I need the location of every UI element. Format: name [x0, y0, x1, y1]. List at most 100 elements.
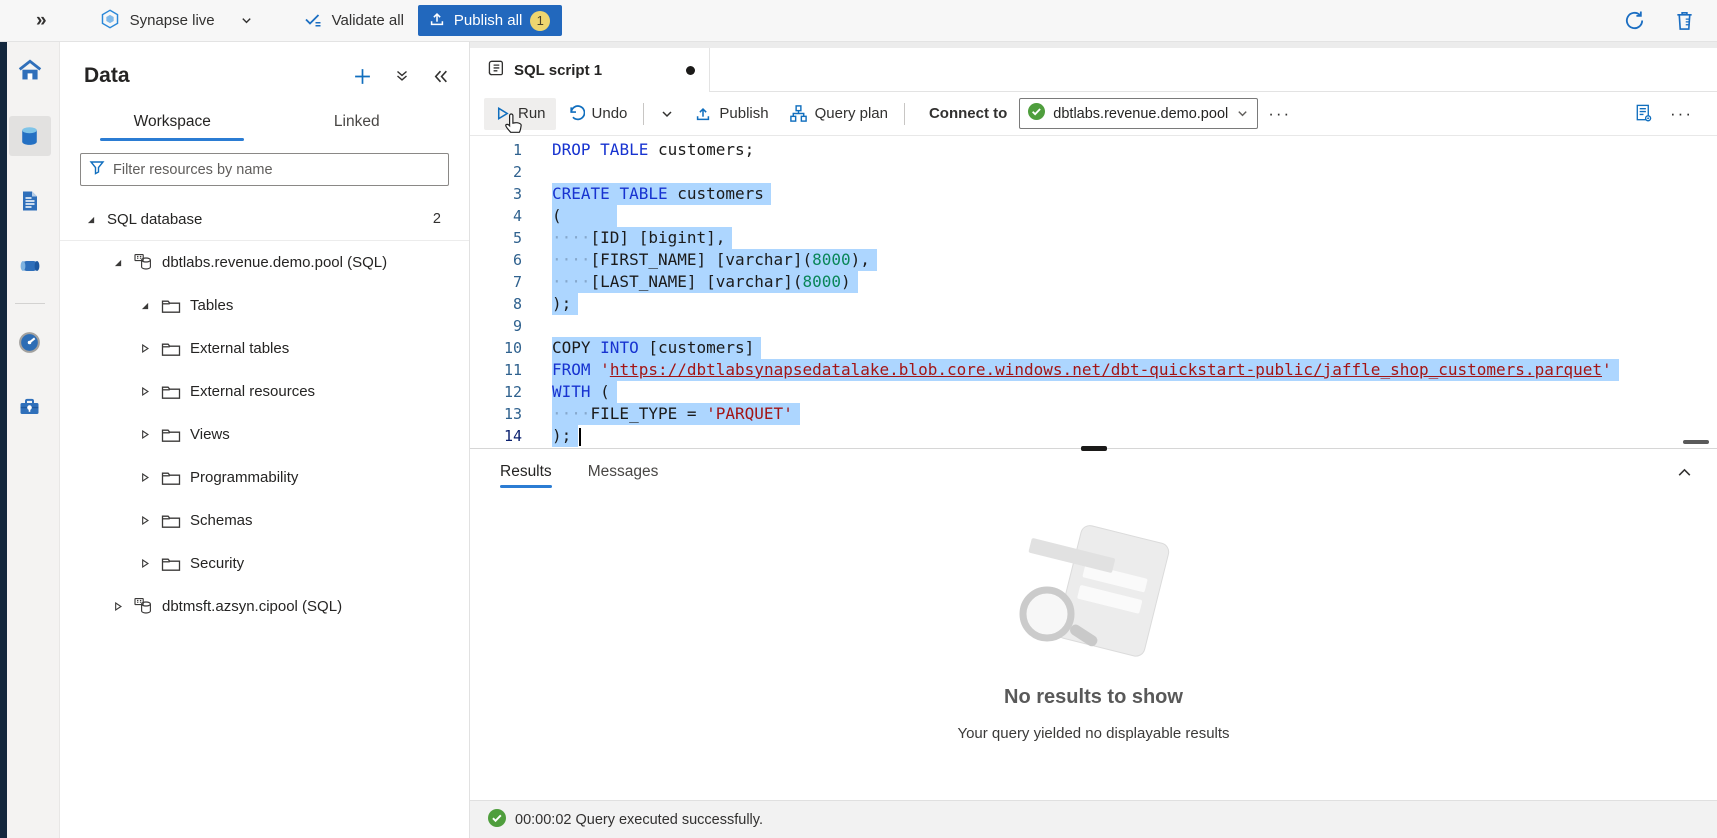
code-line-4[interactable]: 4( — [470, 205, 1717, 227]
code-line-content[interactable]: FROM 'https://dbtlabsynapsedatalake.blob… — [522, 359, 1619, 381]
run-button[interactable]: Run — [484, 98, 556, 130]
tree-expander-icon[interactable] — [138, 472, 151, 483]
code-line-content[interactable]: ····[FIRST_NAME] [varchar](8000), — [522, 249, 877, 271]
filter-resources-input[interactable] — [113, 162, 440, 178]
code-line-content[interactable] — [522, 315, 578, 337]
editor-scrollbar-thumb[interactable] — [1683, 440, 1709, 444]
publish-all-button[interactable]: Publish all 1 — [418, 5, 562, 36]
code-line-12[interactable]: 12WITH ( — [470, 381, 1717, 403]
tree-expander-icon[interactable] — [138, 343, 151, 354]
line-number[interactable]: 8 — [470, 293, 522, 315]
editor-more-button[interactable]: ··· — [1660, 104, 1703, 124]
expand-panel-icon[interactable]: » — [36, 10, 47, 32]
branch-selector[interactable]: Synapse live — [99, 8, 253, 34]
line-number[interactable]: 9 — [470, 315, 522, 337]
tree-expander-icon[interactable] — [138, 429, 151, 440]
code-line-content[interactable]: COPY INTO [customers] — [522, 337, 761, 359]
tab-linked[interactable]: Linked — [265, 104, 450, 141]
line-number[interactable]: 13 — [470, 403, 522, 425]
tree-expander-icon[interactable] — [138, 558, 151, 569]
code-line-6[interactable]: 6····[FIRST_NAME] [varchar](8000), — [470, 249, 1717, 271]
refresh-button[interactable] — [1623, 9, 1646, 32]
line-number[interactable]: 2 — [470, 161, 522, 183]
code-line-9[interactable]: 9 — [470, 315, 1717, 337]
tab-results[interactable]: Results — [500, 451, 552, 494]
collapse-panel-icon[interactable] — [432, 68, 449, 85]
line-number[interactable]: 4 — [470, 205, 522, 227]
properties-button[interactable] — [1633, 103, 1654, 124]
code-line-8[interactable]: 8); — [470, 293, 1717, 315]
code-line-1[interactable]: 1DROP TABLE customers; — [470, 139, 1717, 161]
tree-item-sql-database[interactable]: SQL database2 — [60, 198, 469, 241]
line-number[interactable]: 11 — [470, 359, 522, 381]
tree-expander-icon[interactable] — [84, 214, 97, 225]
tree-item-views[interactable]: Views — [60, 413, 469, 456]
query-plan-button[interactable]: Query plan — [779, 98, 898, 130]
code-line-content[interactable]: DROP TABLE customers; — [522, 139, 754, 161]
code-line-content[interactable]: WITH ( — [522, 381, 617, 403]
line-number[interactable]: 14 — [470, 425, 522, 447]
line-number[interactable]: 1 — [470, 139, 522, 161]
nav-integrate[interactable] — [9, 246, 51, 286]
code-line-content[interactable]: ····[ID] [bigint], — [522, 227, 732, 249]
chevron-down-icon[interactable] — [240, 14, 253, 27]
tree-expander-icon[interactable] — [111, 601, 124, 612]
line-number[interactable]: 7 — [470, 271, 522, 293]
tree-item-external-resources[interactable]: External resources — [60, 370, 469, 413]
code-line-content[interactable] — [522, 161, 552, 183]
add-resource-icon[interactable] — [353, 67, 372, 86]
line-number[interactable]: 12 — [470, 381, 522, 403]
tree-item-programmability[interactable]: Programmability — [60, 456, 469, 499]
code-line-content[interactable]: ( — [522, 205, 617, 227]
pool-dropdown[interactable]: dbtlabs.revenue.demo.pool — [1019, 98, 1258, 129]
toolbar-more-button[interactable]: ··· — [1258, 104, 1301, 124]
line-number[interactable]: 6 — [470, 249, 522, 271]
code-line-13[interactable]: 13····FILE_TYPE = 'PARQUET' — [470, 403, 1717, 425]
code-line-2[interactable]: 2 — [470, 161, 1717, 183]
nav-monitor[interactable] — [9, 322, 51, 362]
code-line-5[interactable]: 5····[ID] [bigint], — [470, 227, 1717, 249]
sql-editor[interactable]: 1DROP TABLE customers;23CREATE TABLE cus… — [470, 136, 1717, 448]
line-number[interactable]: 10 — [470, 337, 522, 359]
validate-all-button[interactable]: Validate all — [303, 9, 404, 33]
nav-home[interactable] — [9, 51, 51, 91]
nav-manage[interactable] — [9, 387, 51, 427]
tree-item-dbtlabs-revenue-demo-pool-sql[interactable]: dbtlabs.revenue.demo.pool (SQL) — [60, 241, 469, 284]
tree-item-external-tables[interactable]: External tables — [60, 327, 469, 370]
nav-data[interactable] — [9, 116, 51, 156]
double-chevron-down-icon[interactable] — [394, 68, 410, 84]
code-line-3[interactable]: 3CREATE TABLE customers — [470, 183, 1717, 205]
tree-item-tables[interactable]: Tables — [60, 284, 469, 327]
code-line-content[interactable]: ); — [522, 293, 578, 315]
code-line-11[interactable]: 11FROM 'https://dbtlabsynapsedatalake.bl… — [470, 359, 1717, 381]
code-line-content[interactable]: ); — [522, 425, 581, 447]
code-line-7[interactable]: 7····[LAST_NAME] [varchar](8000) — [470, 271, 1717, 293]
tab-messages[interactable]: Messages — [588, 451, 659, 494]
splitter-drag-handle[interactable] — [1081, 446, 1107, 451]
discard-trash-button[interactable] — [1674, 9, 1695, 32]
nav-develop[interactable] — [9, 181, 51, 221]
tab-workspace[interactable]: Workspace — [80, 104, 265, 141]
tree-expander-icon[interactable] — [138, 300, 151, 311]
line-number[interactable]: 5 — [470, 227, 522, 249]
collapse-results-button[interactable] — [1676, 464, 1693, 481]
filter-resources-box[interactable] — [80, 153, 449, 186]
tree-item-schemas[interactable]: Schemas — [60, 499, 469, 542]
tree-item-security[interactable]: Security — [60, 542, 469, 585]
tree-expander-icon[interactable] — [138, 386, 151, 397]
tree-expander-icon[interactable] — [111, 257, 124, 268]
line-number[interactable]: 3 — [470, 183, 522, 205]
undo-button[interactable]: Undo — [556, 98, 638, 130]
tree-item-label: External tables — [190, 340, 289, 357]
run-options-chevron[interactable] — [650, 98, 684, 130]
tab-sql-script-1[interactable]: SQL script 1 — [470, 48, 710, 92]
code-line-content[interactable]: ····FILE_TYPE = 'PARQUET' — [522, 403, 800, 425]
tree-expander-icon[interactable] — [138, 515, 151, 526]
code-line-10[interactable]: 10COPY INTO [customers] — [470, 337, 1717, 359]
data-panel: Data Workspace Linked — [60, 42, 470, 838]
publish-button[interactable]: Publish — [684, 98, 778, 130]
tree-item-dbtmsft-azsyn-cipool-sql[interactable]: dbtmsft.azsyn.cipool (SQL) — [60, 585, 469, 628]
code-line-content[interactable]: CREATE TABLE customers — [522, 183, 771, 205]
code-line-14[interactable]: 14); — [470, 425, 1717, 447]
code-line-content[interactable]: ····[LAST_NAME] [varchar](8000) — [522, 271, 858, 293]
